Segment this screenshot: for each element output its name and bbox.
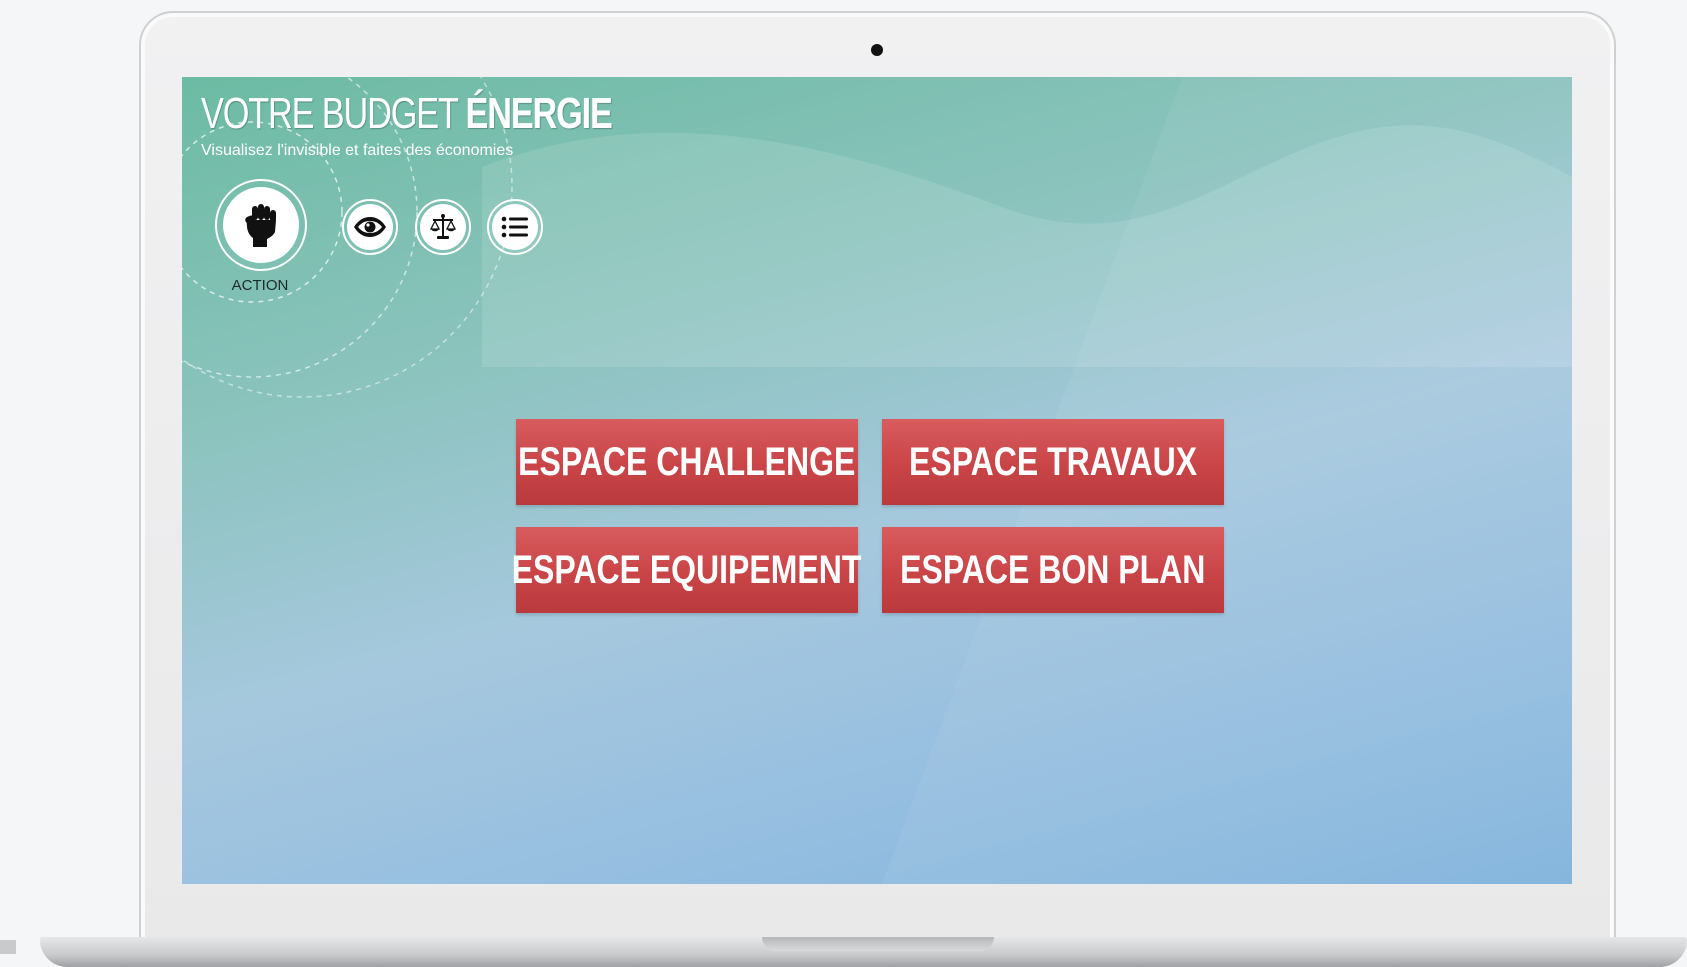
background-sheen (882, 77, 1572, 884)
app-header: VOTRE BUDGET ÉNERGIE Visualisez l'invisi… (201, 92, 728, 160)
app-subtitle: Visualisez l'invisible et faites des éco… (201, 142, 514, 159)
app-title-bold: ÉNERGIE (465, 89, 612, 138)
app-title-light: VOTRE BUDGET (201, 89, 466, 138)
laptop-base-edge (0, 940, 16, 954)
nav-action-button[interactable] (215, 179, 307, 271)
espace-challenge-label: ESPACE CHALLENGE (518, 439, 856, 484)
webcam (871, 44, 883, 56)
espace-bon-plan-label: ESPACE BON PLAN (900, 547, 1206, 592)
laptop-notch (762, 937, 994, 951)
nav-scale-button[interactable] (415, 199, 471, 255)
espace-travaux-label: ESPACE TRAVAUX (908, 439, 1198, 484)
list-icon (501, 216, 528, 238)
scale-icon (429, 214, 457, 239)
espace-challenge-button[interactable]: ESPACE CHALLENGE (516, 419, 858, 505)
nav-action-label: ACTION (231, 277, 289, 294)
nav-list-button[interactable] (487, 199, 543, 255)
nav-eye-button[interactable] (342, 199, 398, 255)
espace-travaux-button[interactable]: ESPACE TRAVAUX (882, 419, 1224, 505)
app-title: VOTRE BUDGET ÉNERGIE (201, 89, 613, 138)
espace-equipement-label: ESPACE EQUIPEMENT (512, 547, 862, 592)
app-screen (182, 77, 1572, 884)
eye-icon (354, 217, 386, 237)
espace-bon-plan-button[interactable]: ESPACE BON PLAN (882, 527, 1224, 613)
fist-icon (245, 204, 276, 247)
espace-equipement-button[interactable]: ESPACE EQUIPEMENT (512, 527, 862, 613)
